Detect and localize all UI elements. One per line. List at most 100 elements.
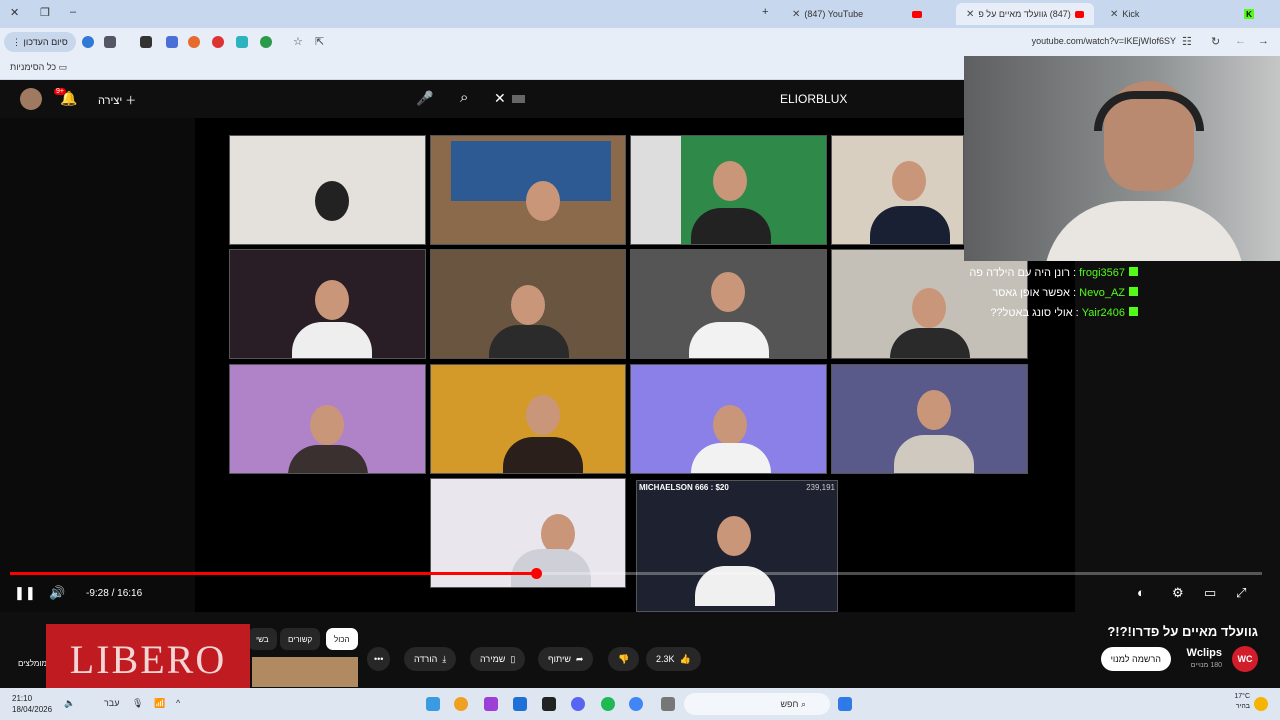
channel-avatar[interactable]: WC — [1232, 646, 1258, 672]
avatar[interactable] — [20, 88, 42, 110]
search-icon[interactable]: ⌕ — [460, 89, 468, 106]
tab-label: (847) גוועלד מאיים על פדרו!?!? — [978, 9, 1071, 19]
app-icon[interactable] — [484, 697, 498, 711]
new-tab-icon[interactable]: + — [762, 6, 768, 18]
participant-tile — [630, 249, 827, 359]
chat-text: רונן היה עם הילדה פה — [969, 267, 1070, 279]
channel-name[interactable]: Wclips — [1187, 647, 1222, 659]
share-button[interactable]: שיתוף ➦ — [538, 647, 594, 671]
kick-badge-icon — [1129, 267, 1138, 276]
taskbar-search[interactable]: חפש ⌕ — [684, 693, 830, 715]
app-grid-icon[interactable] — [513, 697, 527, 711]
chip-all[interactable]: הכול — [326, 628, 358, 650]
recommended-thumbnail[interactable] — [252, 657, 358, 687]
chat-text: אפשר אופן גאסר — [992, 287, 1070, 299]
url-text[interactable]: youtube.com/watch?v=IKEjWIof6SY — [1032, 36, 1176, 46]
extension-teal-icon[interactable] — [236, 36, 248, 48]
tray-chevron-icon[interactable]: ^ — [176, 698, 180, 708]
bookmark-icon: ▯ — [510, 653, 516, 664]
extension-red-icon[interactable] — [212, 36, 224, 48]
like-button[interactable]: 2.3K 👍 — [646, 647, 701, 671]
more-icon: ••• — [374, 654, 384, 664]
clock-time: 21:10 — [12, 694, 33, 703]
restore-window-icon[interactable]: ❐ — [40, 6, 50, 19]
save-button[interactable]: שמירה ▯ — [470, 647, 526, 671]
participant-tile — [630, 135, 827, 245]
download-button[interactable]: הורדה ⤓ — [404, 647, 457, 671]
chip-more[interactable]: בשי — [248, 628, 277, 650]
chrome-icon[interactable] — [629, 697, 643, 711]
voice-search-icon[interactable]: 🎤 — [416, 90, 433, 107]
settings-gear-icon[interactable]: ⚙ — [1172, 585, 1184, 601]
close-tab-icon[interactable]: ✕ — [792, 9, 800, 20]
input-language[interactable]: עבר — [104, 698, 119, 708]
fullscreen-icon[interactable]: ⤢ — [1236, 585, 1246, 601]
spotify-icon[interactable] — [601, 697, 615, 711]
tab-kick[interactable]: ✕ Kick K — [1100, 3, 1260, 25]
back-icon[interactable]: → — [1258, 35, 1269, 47]
discord-icon[interactable] — [571, 697, 585, 711]
keyboard-icon[interactable] — [512, 95, 525, 103]
weather-widget[interactable]: 17°C בהיר — [1234, 692, 1250, 712]
extension-globe-icon[interactable] — [82, 36, 94, 48]
extension-puzzle-icon[interactable] — [140, 36, 152, 48]
minimize-window-icon[interactable]: – — [70, 6, 76, 18]
address-bar-row: ⋮ סיום העדכון ☆ ⇱ youtube.com/watch?v=IK… — [0, 28, 1280, 56]
windows-start-icon[interactable] — [838, 697, 852, 711]
clear-search-icon[interactable]: ✕ — [494, 90, 506, 107]
weather-temp: 17°C — [1234, 693, 1250, 700]
share-page-icon[interactable]: ⇱ — [315, 35, 324, 48]
close-tab-icon[interactable]: ✕ — [1110, 9, 1118, 20]
profile-update-label: סיום העדכון — [23, 37, 68, 47]
participant-tile: MICHAELSON 666 : $20 239,191 — [636, 480, 838, 612]
clock-date: 18/04/2026 — [12, 705, 53, 714]
subscribe-button[interactable]: הרשמה למנוי — [1100, 647, 1171, 671]
notifications-bell-icon[interactable]: 🔔 — [60, 90, 77, 107]
clock[interactable]: 21:10 18/04/2026 — [12, 693, 52, 715]
site-settings-icon[interactable]: ☷ — [1182, 35, 1192, 48]
viewer-count: 239,191 — [806, 483, 835, 492]
forward-icon[interactable]: ← — [1235, 35, 1246, 47]
speaker-icon[interactable]: 🔈 — [64, 698, 75, 709]
create-button[interactable]: יצירה ＋ — [98, 92, 136, 108]
notepad-icon[interactable] — [426, 697, 440, 711]
ad-banner[interactable]: LIBERO — [46, 624, 250, 694]
close-tab-icon[interactable]: ✕ — [966, 9, 974, 20]
microphone-icon[interactable]: 🎙 — [132, 698, 143, 709]
bookmark-star-icon[interactable]: ☆ — [293, 35, 303, 48]
network-icon[interactable]: 📶 — [154, 698, 165, 709]
terminal-icon[interactable] — [542, 697, 556, 711]
all-bookmarks-link[interactable]: כל הסימניות ▭ — [10, 62, 67, 73]
youtube-icon — [1074, 10, 1084, 18]
profile-update-button[interactable]: ⋮ סיום העדכון — [4, 32, 76, 52]
app-icon[interactable] — [454, 697, 468, 711]
volume-icon[interactable]: 🔊 — [49, 585, 65, 601]
reload-icon[interactable]: ↻ — [1211, 35, 1220, 48]
close-window-icon[interactable]: ✕ — [10, 6, 19, 19]
tab-video[interactable]: ✕ (847) גוועלד מאיים על פדרו!?!? — [956, 3, 1094, 25]
file-explorer-icon[interactable] — [661, 697, 675, 711]
extension-green-icon[interactable] — [260, 36, 272, 48]
chip-related[interactable]: קשורים — [280, 628, 321, 650]
pause-icon[interactable]: ❚❚ — [14, 585, 36, 601]
video-left-panel — [0, 118, 195, 612]
progress-fill — [10, 572, 536, 575]
participant-tile — [630, 364, 827, 474]
save-label: שמירה — [480, 654, 506, 664]
extension-list-icon[interactable] — [104, 36, 116, 48]
extension-orange-icon[interactable] — [188, 36, 200, 48]
video-title: גוועלד מאיים על פדרו!?!? — [1107, 624, 1258, 639]
progress-bar[interactable] — [10, 572, 1262, 575]
extension-tab-icon[interactable] — [166, 36, 178, 48]
weather-icon — [1254, 697, 1268, 711]
dislike-button[interactable]: 👎 — [608, 647, 640, 671]
scrubber-handle[interactable] — [530, 568, 542, 579]
thumbs-down-icon: 👎 — [618, 653, 630, 664]
like-count: 2.3K — [656, 654, 675, 664]
theater-mode-icon[interactable]: ▭ — [1204, 585, 1216, 601]
autoplay-toggle-icon[interactable]: ◐ — [1137, 585, 1145, 600]
participant-tile — [229, 364, 426, 474]
tab-youtube[interactable]: ✕ (847) YouTube — [782, 3, 932, 25]
search-input[interactable]: ELIORBLUX — [780, 92, 847, 106]
tab-label: (847) YouTube — [804, 9, 864, 19]
